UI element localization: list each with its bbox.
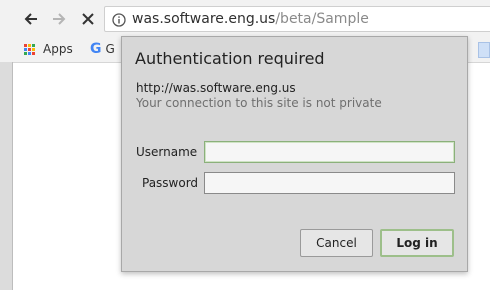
bookmark-apps-label: Apps bbox=[43, 42, 73, 56]
close-icon bbox=[82, 13, 94, 25]
page-left-strip bbox=[0, 62, 13, 290]
dialog-host: http://was.software.eng.us bbox=[136, 81, 296, 95]
bookmark-apps[interactable]: Apps bbox=[24, 40, 73, 58]
auth-dialog: Authentication required http://was.softw… bbox=[121, 36, 468, 272]
forward-button[interactable] bbox=[48, 8, 70, 30]
bookmark-favicon-icon[interactable] bbox=[478, 42, 490, 58]
back-button[interactable] bbox=[20, 8, 42, 30]
bookmark-google[interactable]: G G bbox=[90, 40, 115, 58]
url-host: was.software.eng.us bbox=[132, 11, 276, 27]
dialog-title: Authentication required bbox=[135, 49, 325, 68]
google-icon: G bbox=[90, 41, 102, 57]
username-label: Username bbox=[136, 145, 198, 159]
username-input[interactable] bbox=[204, 141, 455, 163]
apps-grid-icon bbox=[24, 43, 35, 55]
address-url[interactable]: was.software.eng.us/beta/Sample bbox=[132, 11, 369, 28]
address-bar[interactable]: was.software.eng.us/beta/Sample bbox=[104, 6, 490, 32]
cancel-button[interactable]: Cancel bbox=[300, 229, 373, 257]
info-icon[interactable] bbox=[112, 13, 126, 27]
bookmark-google-label: G bbox=[105, 42, 115, 56]
password-input[interactable] bbox=[204, 172, 455, 194]
back-arrow-icon bbox=[24, 13, 37, 25]
stop-loading-button[interactable] bbox=[77, 8, 99, 30]
dialog-warning: Your connection to this site is not priv… bbox=[136, 96, 382, 110]
browser-toolbar: was.software.eng.us/beta/Sample bbox=[0, 0, 490, 36]
url-path: /beta/Sample bbox=[275, 11, 369, 27]
login-button[interactable]: Log in bbox=[380, 229, 454, 257]
forward-arrow-icon bbox=[53, 13, 66, 25]
password-label: Password bbox=[142, 176, 199, 190]
